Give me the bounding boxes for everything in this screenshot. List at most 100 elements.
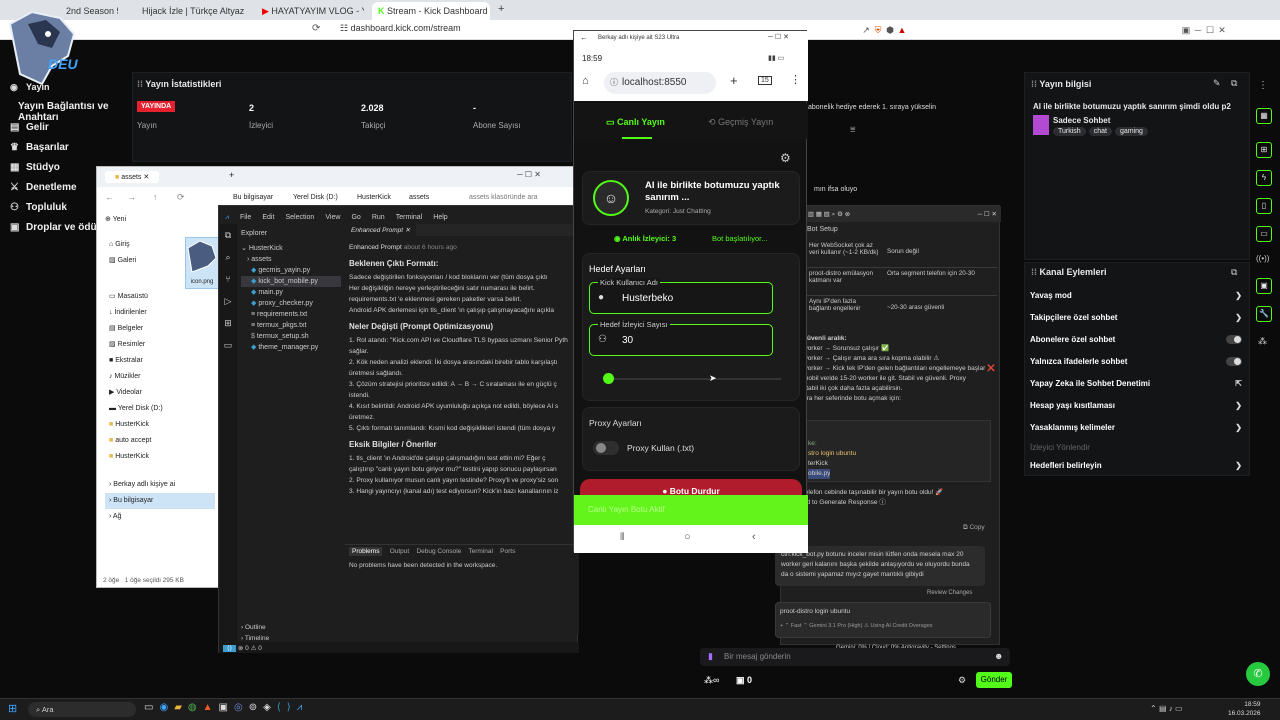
rail-button[interactable]: ϟ — [1256, 170, 1272, 186]
edit-icon[interactable]: ✎ — [1213, 78, 1221, 89]
steam-icon[interactable]: ⊚ — [249, 702, 263, 713]
new-tab-button[interactable]: + — [229, 170, 234, 180]
explorer-file[interactable]: ◆ theme_manager.py — [241, 342, 341, 353]
chrome-icon[interactable]: ◍ — [188, 702, 203, 713]
breadcrumb-item[interactable]: assets — [409, 194, 429, 201]
rail-button[interactable]: ▣ — [1256, 278, 1272, 294]
chat-settings-icon[interactable]: ⚙ — [958, 675, 966, 686]
action-emote-only[interactable]: Yalnızca ifadelerle sohbet — [1030, 357, 1242, 366]
new-tab-icon[interactable]: + — [730, 73, 738, 88]
discord-icon[interactable]: ◎ — [234, 702, 249, 713]
explorer-project[interactable]: ⌄ HusterKick — [241, 243, 341, 254]
close-icon[interactable]: ✕ — [783, 34, 789, 41]
fe-nav-item[interactable]: ▶ Videolar — [105, 385, 215, 401]
action-ai-moderation[interactable]: Yapay Zeka ile Sohbet Denetimi ⇱ — [1030, 379, 1242, 388]
remote-icon[interactable]: ⟨⟩ — [223, 645, 237, 652]
clock[interactable]: 18:59 16.03.2026 — [1228, 700, 1261, 718]
panel-tab[interactable]: Terminal — [468, 548, 493, 555]
fe-nav-item-selected[interactable]: › Bu bilgisayar — [105, 493, 215, 509]
brave-icon[interactable]: ▲ — [203, 702, 219, 713]
option-label[interactable]: Fast — [791, 623, 802, 629]
sidebar-item-basarilar[interactable]: ♛ Başarılar — [10, 142, 69, 153]
fe-nav-item[interactable]: ▤ Belgeler — [105, 321, 215, 337]
menu-dots-icon[interactable]: ⋮ — [790, 73, 801, 86]
proxy-toggle[interactable] — [593, 441, 619, 455]
phone-url-field[interactable]: ⓘ localhost:8550 — [604, 72, 716, 94]
action-slow-mode[interactable]: Yavaş mod ❯ — [1030, 291, 1242, 300]
menu-item[interactable]: Run — [372, 214, 385, 221]
address-field[interactable]: ☷ dashboard.kick.com/stream — [340, 23, 520, 37]
action-account-age[interactable]: Hesap yaşı kısıtlaması ❯ — [1030, 401, 1242, 410]
whatsapp-icon[interactable]: ✆ — [1246, 662, 1270, 686]
viewer-target-field[interactable]: Hedef İzleyici Sayısı ⚇ 30 — [589, 320, 773, 356]
app-icon[interactable]: ▣ — [219, 702, 234, 713]
run-icon[interactable]: ▷ — [219, 290, 237, 312]
share-icon[interactable]: ↗ — [860, 25, 872, 36]
taskview-icon[interactable]: ▭ — [144, 702, 159, 713]
explorer-file[interactable]: ◆ proxy_checker.py — [241, 298, 341, 309]
files-icon[interactable]: ⧉ — [219, 224, 237, 246]
fe-nav-item[interactable]: ■ HusterKick — [105, 417, 215, 433]
viewer-slider[interactable] — [605, 378, 781, 380]
home-icon[interactable]: ⌂ — [582, 75, 589, 87]
rail-button[interactable]: 🔧 — [1256, 306, 1272, 322]
brave-shield-icon[interactable]: ⛨ — [872, 25, 884, 36]
rail-button[interactable]: ▭ — [1256, 226, 1272, 242]
maximize-icon[interactable]: ☐ — [775, 34, 783, 41]
points-display[interactable]: ⁂∞ — [704, 675, 719, 686]
edge-icon[interactable]: ◉ — [159, 702, 174, 713]
explorer-icon[interactable]: ▰ — [174, 702, 188, 713]
back-icon[interactable]: ← — [580, 33, 588, 42]
explorer-file-selected[interactable]: ◆ kick_bot_mobile.py — [241, 276, 341, 287]
vscode-icon[interactable]: ⟨⟩ — [277, 702, 297, 713]
app-icon[interactable]: ◈ — [263, 702, 277, 713]
breadcrumb-item[interactable]: HusterKick — [357, 194, 391, 201]
fe-nav-item[interactable]: ▬ Yerel Disk (D:) — [105, 401, 215, 417]
sidebar-item-stream-key[interactable]: Yayın Bağlantısı ve Anahtarı — [18, 101, 130, 123]
maximize-icon[interactable]: ☐ — [1204, 25, 1216, 36]
popout-icon[interactable]: ⧉ — [1231, 267, 1237, 278]
volume-icon[interactable]: ♪ — [1169, 704, 1173, 713]
browser-tab[interactable]: ▶ HAYATYAYIM VLOG - YouTube — [256, 2, 364, 20]
extension-icon[interactable]: ⬢ — [884, 25, 896, 36]
remote-icon[interactable]: ▭ — [219, 334, 237, 356]
fe-nav-item[interactable]: ↓ İndirilenler — [105, 305, 215, 321]
search-icon[interactable]: ⌕ — [219, 246, 237, 268]
home-button-icon[interactable]: ○ — [684, 531, 691, 543]
tab-count[interactable]: 15 — [758, 76, 772, 85]
breadcrumb-item[interactable]: Yerel Disk (D:) — [293, 194, 338, 201]
slider-thumb[interactable] — [603, 373, 614, 384]
fe-nav-item[interactable]: › Ağ — [105, 509, 215, 525]
explorer-file[interactable]: ◆ main.py — [241, 287, 341, 298]
tab-history[interactable]: ⟲ Geçmiş Yayın — [708, 117, 773, 128]
antigravity-icon[interactable]: ⩘ — [297, 702, 309, 713]
back-nav-icon[interactable]: ‹ — [752, 531, 756, 543]
site-info-icon[interactable]: ☷ — [340, 23, 351, 33]
new-button[interactable]: ⊕ Yeni — [105, 215, 126, 223]
minimize-icon[interactable]: ─ — [517, 170, 525, 179]
subscribers-toggle[interactable] — [1226, 335, 1242, 344]
fe-tab[interactable]: ■ assets ✕ — [105, 171, 160, 183]
explorer-file[interactable]: $ termux_setup.sh — [241, 331, 341, 342]
nodes-icon[interactable]: ⁂ — [1258, 336, 1267, 347]
back-icon[interactable]: ← — [105, 192, 114, 202]
browser-tab[interactable]: Hijack İzle | Türkçe Altyazılı & Dublaj — [136, 2, 244, 20]
option-label[interactable]: Using AI Credit Overages — [870, 623, 932, 629]
rail-button[interactable]: ▦ — [1256, 108, 1272, 124]
review-changes-button[interactable]: Review Changes — [927, 590, 972, 596]
tab-live[interactable]: ▭ Canlı Yayın — [606, 117, 665, 128]
git-icon[interactable]: ⑂ — [219, 268, 237, 290]
sidebar-item-denetleme[interactable]: ⚔ Denetleme — [10, 182, 77, 193]
agent-input[interactable]: proot-distro login ubuntu + ⌃ Fast ⌃ Gem… — [775, 602, 991, 638]
fe-search[interactable]: assets klasöründe ara — [469, 194, 537, 201]
minimize-icon[interactable]: ─ — [768, 34, 775, 41]
alert-icon[interactable]: ▲ — [896, 25, 908, 35]
chat-input[interactable]: ▮ Bir mesaj gönderin ☻ — [700, 648, 1010, 666]
username-field[interactable]: Kick Kullanıcı Adı ● Husterbeko — [589, 278, 773, 314]
menu-item[interactable]: Go — [351, 214, 360, 221]
taskbar-search[interactable]: ⌕ Ara — [28, 702, 136, 717]
fe-nav-item[interactable]: ■ HusterKick — [105, 449, 215, 465]
recents-icon[interactable]: ⦀ — [620, 532, 624, 543]
panel-tab[interactable]: Output — [390, 548, 410, 555]
fe-nav-item[interactable]: › Berkay adlı kişiye ai — [105, 477, 215, 493]
